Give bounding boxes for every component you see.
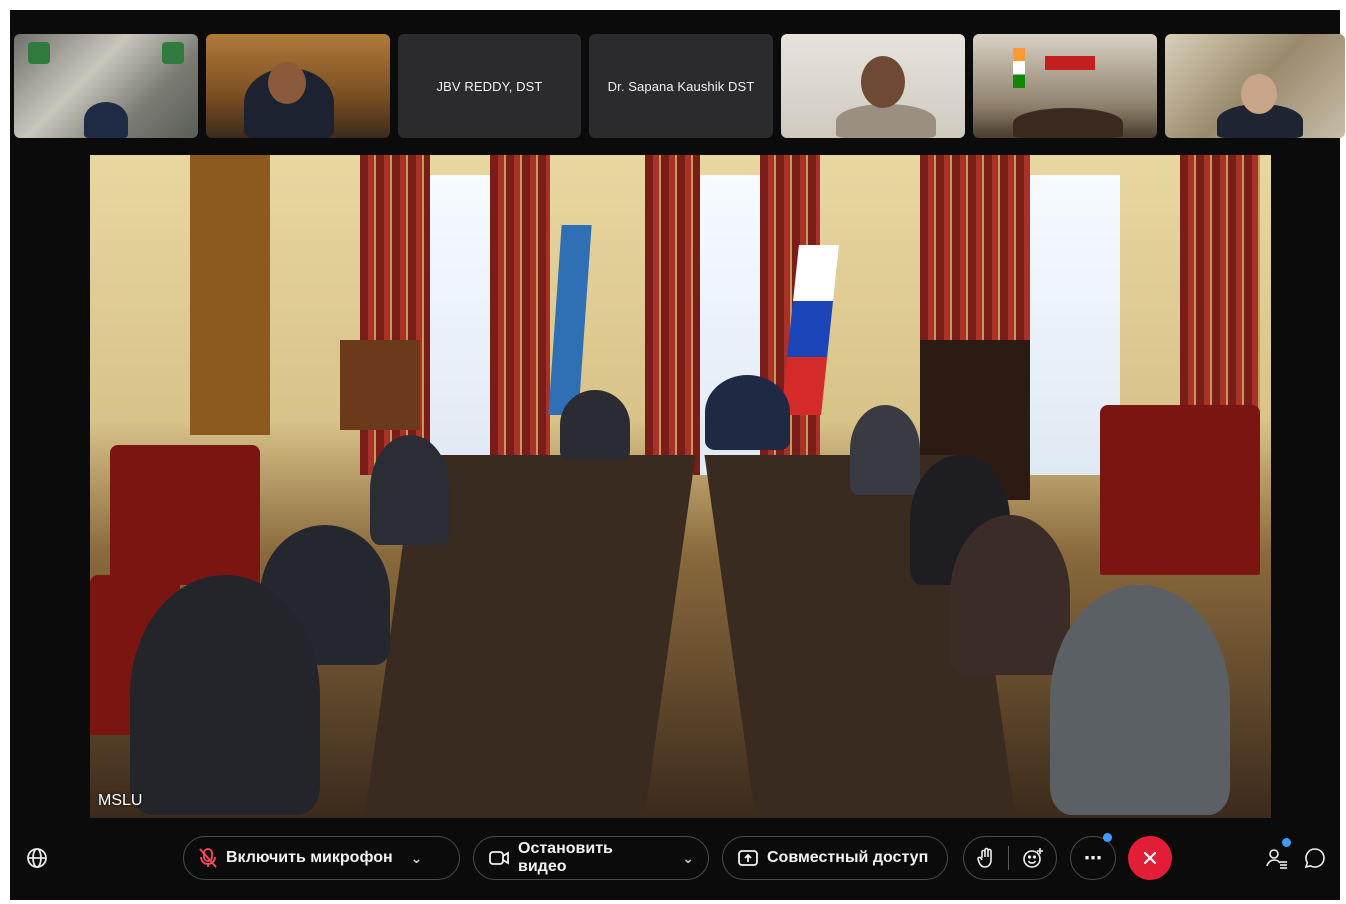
chevron-down-icon[interactable]: ⌄ xyxy=(411,850,423,867)
share-label: Совместный доступ xyxy=(767,849,929,866)
door xyxy=(190,155,270,435)
participant-tile-7[interactable] xyxy=(1165,34,1345,138)
participant-tile-3[interactable]: JBV REDDY, DST xyxy=(398,34,581,138)
chat-icon[interactable] xyxy=(1303,846,1327,870)
chair xyxy=(110,445,260,585)
share-button[interactable]: Совместный доступ xyxy=(722,836,948,880)
flag-icon xyxy=(548,225,592,415)
right-panel-buttons xyxy=(1265,838,1327,870)
attendee xyxy=(850,405,920,495)
participant-figure xyxy=(84,102,128,138)
attendee xyxy=(950,515,1070,675)
notification-dot xyxy=(1282,838,1291,847)
attendee xyxy=(130,575,320,815)
participant-face xyxy=(1241,74,1277,114)
participant-tile-4[interactable]: Dr. Sapana Kaushik DST xyxy=(589,34,773,138)
meeting-window: JBV REDDY, DST Dr. Sapana Kaushik DST MS… xyxy=(10,10,1345,900)
attendee xyxy=(1050,585,1230,815)
leave-meeting-button[interactable] xyxy=(1128,836,1172,880)
participant-figure xyxy=(1013,108,1123,138)
notification-dot xyxy=(1103,833,1112,842)
attendee xyxy=(560,390,630,460)
video-camera-icon xyxy=(488,849,510,867)
share-screen-icon xyxy=(737,849,759,867)
participants-icon[interactable] xyxy=(1265,838,1291,870)
unmute-label: Включить микрофон xyxy=(226,849,393,866)
participant-tile-2[interactable] xyxy=(206,34,390,138)
globe-icon[interactable] xyxy=(25,846,49,870)
participant-face xyxy=(268,62,306,104)
participant-figure xyxy=(836,104,936,138)
participant-tile-1[interactable] xyxy=(14,34,198,138)
curtain xyxy=(490,155,550,475)
lectern xyxy=(340,340,420,430)
stop-video-button[interactable]: Остановить видео ⌄ xyxy=(473,836,709,880)
more-options-button[interactable]: ⋯ xyxy=(1070,833,1116,880)
raise-hand-icon[interactable] xyxy=(976,847,996,869)
emoji-icon[interactable] xyxy=(1022,847,1044,869)
participant-name: Dr. Sapana Kaushik DST xyxy=(607,78,755,94)
divider xyxy=(1008,846,1010,870)
attendee xyxy=(370,435,450,545)
meeting-toolbar: Включить микрофон ⌄ Остановить видео ⌄ С… xyxy=(10,828,1340,900)
close-icon xyxy=(1141,849,1159,867)
flag-icon xyxy=(1013,48,1025,88)
ellipsis-icon: ⋯ xyxy=(1084,848,1102,868)
logo-icon xyxy=(162,42,184,64)
unmute-button[interactable]: Включить микрофон ⌄ xyxy=(183,836,460,880)
participant-face xyxy=(861,56,905,108)
chair xyxy=(1100,405,1260,575)
reactions-group xyxy=(963,836,1057,880)
stop-video-label: Остановить видео xyxy=(518,840,613,875)
video-label: MSLU xyxy=(98,792,143,809)
main-video[interactable]: MSLU xyxy=(90,155,1271,818)
participant-name: JBV REDDY, DST xyxy=(436,78,543,94)
attendee xyxy=(705,375,790,450)
curtain xyxy=(645,155,700,475)
logo-icon xyxy=(28,42,50,64)
participant-strip: JBV REDDY, DST Dr. Sapana Kaushik DST xyxy=(14,34,1345,138)
banner xyxy=(1045,56,1095,70)
participant-tile-5[interactable] xyxy=(781,34,965,138)
participant-tile-6[interactable] xyxy=(973,34,1157,138)
mic-off-icon xyxy=(198,847,218,869)
chevron-down-icon[interactable]: ⌄ xyxy=(682,850,694,867)
